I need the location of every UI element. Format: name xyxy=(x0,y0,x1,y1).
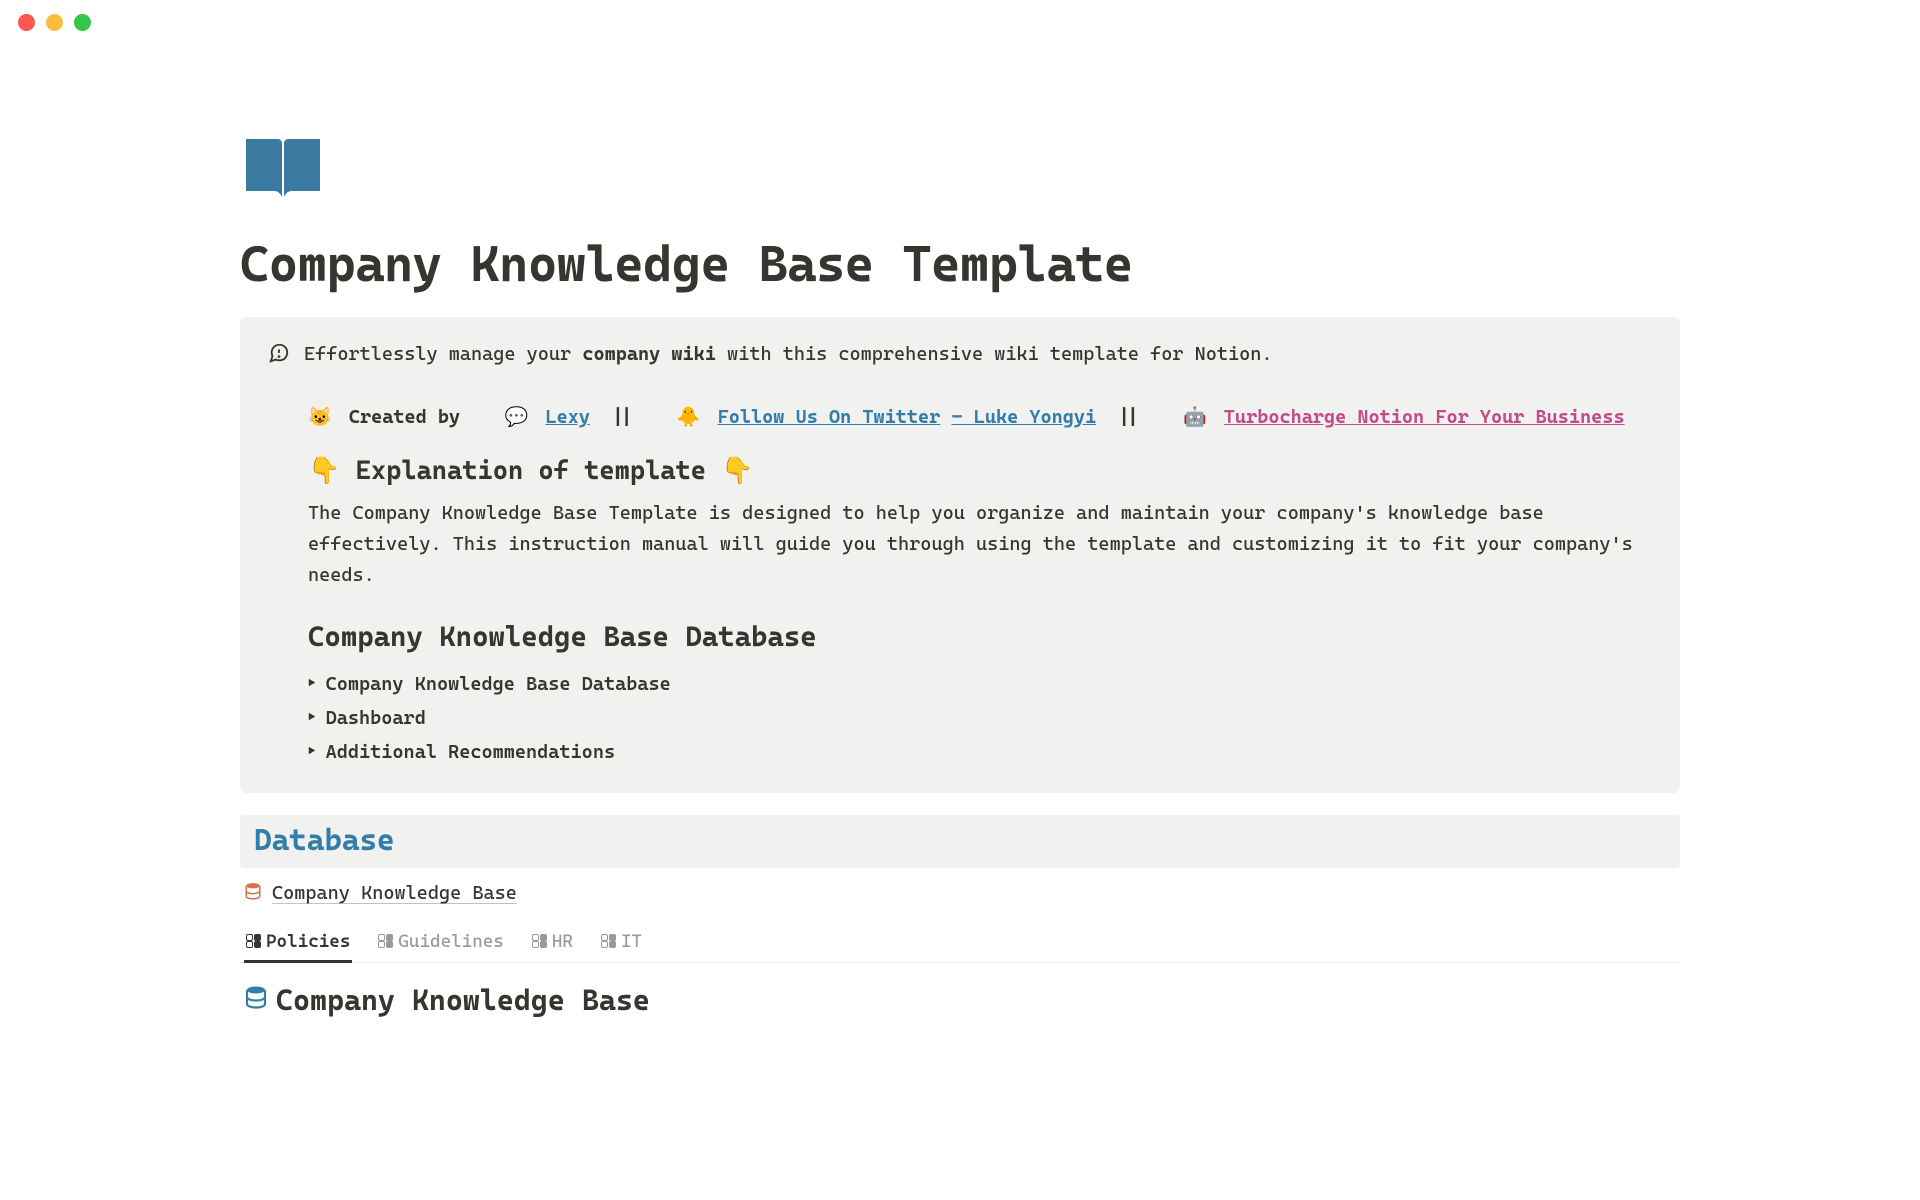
credit-line: 😺 Created by 💬 Lexy || 🐥 Follow Us On Tw… xyxy=(308,401,1652,433)
intro-bold: company wiki xyxy=(582,343,716,365)
database-link-row[interactable]: Company Knowledge Base xyxy=(240,868,1680,919)
database-link-text: Company Knowledge Base xyxy=(272,882,517,904)
turbocharge-link[interactable]: Turbocharge Notion For Your Business xyxy=(1224,406,1625,428)
cat-emoji: 😺 xyxy=(308,406,332,428)
tab-label: Policies xyxy=(266,931,350,952)
explanation-title-text: Explanation of template xyxy=(356,456,706,486)
close-window-button[interactable] xyxy=(18,14,35,31)
toggle-arrow-icon: ▶ xyxy=(308,744,316,759)
explanation-body: The Company Knowledge Base Template is d… xyxy=(308,498,1652,592)
toggle-additional-recommendations[interactable]: ▶ Additional Recommendations xyxy=(308,735,1652,769)
tab-label: Guidelines xyxy=(398,931,503,952)
info-icon xyxy=(268,342,290,364)
tab-guidelines[interactable]: Guidelines xyxy=(376,925,505,962)
board-view-icon xyxy=(532,934,546,948)
point-down-emoji: 👇 xyxy=(308,456,356,486)
toggle-label: Additional Recommendations xyxy=(326,741,615,763)
callout-header: Effortlessly manage your company wiki wi… xyxy=(268,339,1652,369)
database-view-tabs: Policies Guidelines HR IT xyxy=(240,919,1680,963)
luke-link[interactable]: Luke Yongyi xyxy=(974,406,1096,428)
tab-label: IT xyxy=(621,931,642,952)
page-icon[interactable] xyxy=(240,135,1680,211)
database-section-header: Database xyxy=(240,815,1680,868)
tab-hr[interactable]: HR xyxy=(530,925,575,962)
database-stack-icon xyxy=(244,882,262,905)
dash: - xyxy=(951,406,973,428)
toggle-dashboard[interactable]: ▶ Dashboard xyxy=(308,701,1652,735)
callout-intro-text: Effortlessly manage your company wiki wi… xyxy=(304,339,1273,369)
point-down-emoji-2: 👇 xyxy=(706,456,754,486)
toggle-arrow-icon: ▶ xyxy=(308,710,316,725)
explanation-heading: 👇 Explanation of template 👇 xyxy=(308,456,1652,486)
intro-suffix: with this comprehensive wiki template fo… xyxy=(716,343,1273,365)
database-heading: Database xyxy=(254,823,1666,858)
lexy-link[interactable]: Lexy xyxy=(545,406,590,428)
toggle-arrow-icon: ▶ xyxy=(308,676,316,691)
toggle-label: Dashboard xyxy=(326,707,426,729)
minimize-window-button[interactable] xyxy=(46,14,63,31)
intro-prefix: Effortlessly manage your xyxy=(304,343,582,365)
database-title-row: Company Knowledge Base xyxy=(240,963,1680,1017)
created-by-label: Created by xyxy=(349,406,460,428)
tab-policies[interactable]: Policies xyxy=(244,925,352,962)
database-stack-icon-blue xyxy=(244,985,268,1015)
maximize-window-button[interactable] xyxy=(74,14,91,31)
board-view-icon xyxy=(246,934,260,948)
chick-emoji: 🐥 xyxy=(677,406,701,428)
tab-label: HR xyxy=(552,931,573,952)
database-title-text: Company Knowledge Base xyxy=(276,983,650,1017)
toggle-company-kb-database[interactable]: ▶ Company Knowledge Base Database xyxy=(308,667,1652,701)
info-callout: Effortlessly manage your company wiki wi… xyxy=(240,317,1680,793)
twitter-link[interactable]: Follow Us On Twitter xyxy=(718,406,941,428)
page-title: Company Knowledge Base Template xyxy=(240,235,1680,293)
toggle-label: Company Knowledge Base Database xyxy=(326,673,671,695)
board-view-icon xyxy=(378,934,392,948)
page-content: Company Knowledge Base Template Effortle… xyxy=(110,45,1810,1017)
separator: || xyxy=(611,406,633,428)
callout-body: 😺 Created by 💬 Lexy || 🐥 Follow Us On Tw… xyxy=(268,401,1652,768)
db-section-heading: Company Knowledge Base Database xyxy=(308,620,1652,653)
window-traffic-lights xyxy=(0,0,1920,45)
robot-emoji: 🤖 xyxy=(1183,406,1207,428)
board-view-icon xyxy=(601,934,615,948)
tab-it[interactable]: IT xyxy=(599,925,644,962)
separator-2: || xyxy=(1117,406,1139,428)
speech-emoji: 💬 xyxy=(505,406,529,428)
